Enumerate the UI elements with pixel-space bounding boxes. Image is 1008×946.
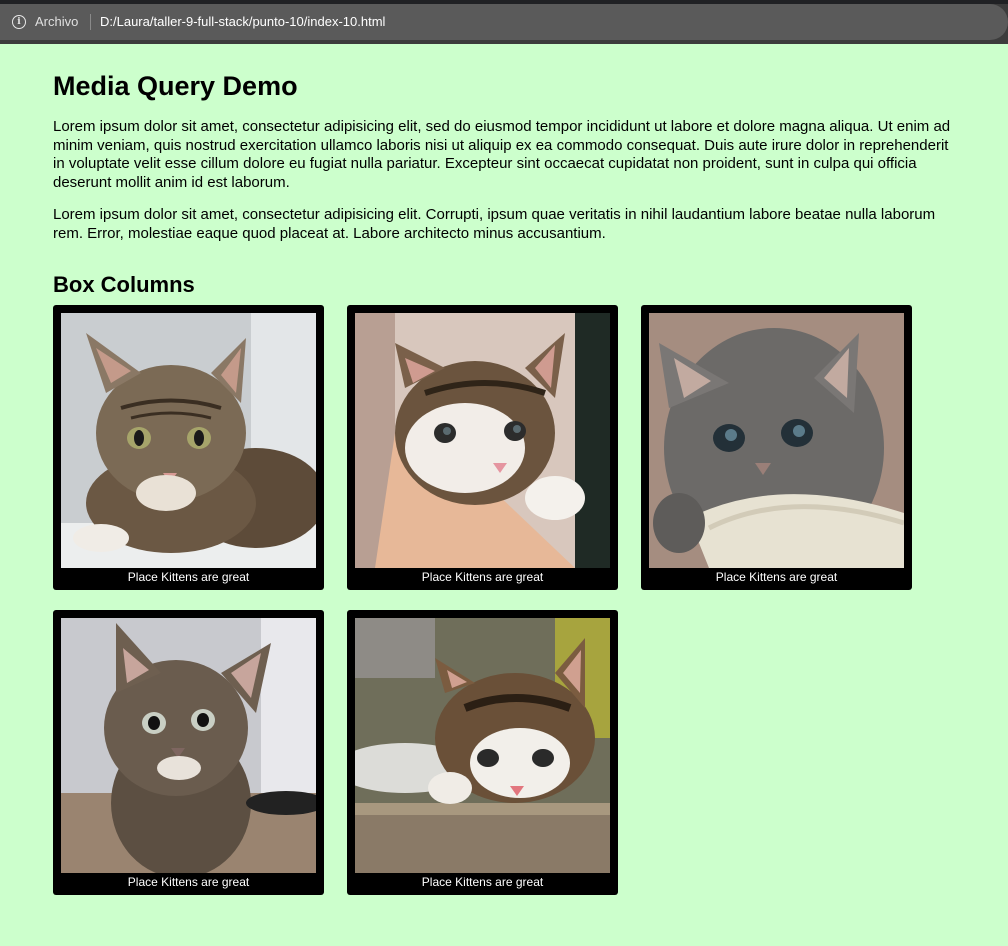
kitten-caption: Place Kittens are great [421, 570, 544, 584]
kitten-card: Place Kittens are great [53, 305, 324, 590]
page-title: Media Query Demo [53, 71, 298, 101]
kitten-card: Place Kittens are great [347, 305, 618, 590]
kitten-card: Place Kittens are great [53, 610, 324, 895]
kitten-image [355, 313, 610, 568]
kitten-caption: Place Kittens are great [421, 875, 544, 889]
info-icon[interactable]: i [12, 15, 26, 29]
page-content: Media Query Demo Lorem ipsum dolor sit a… [53, 44, 963, 298]
kitten-caption: Place Kittens are great [715, 570, 838, 584]
kitten-image [355, 618, 610, 873]
kitten-image [649, 313, 904, 568]
section-title: Box Columns [53, 272, 195, 297]
paragraph-2: Lorem ipsum dolor sit amet, consectetur … [53, 206, 936, 242]
kitten-caption: Place Kittens are great [127, 570, 250, 584]
kitten-card: Place Kittens are great [347, 610, 618, 895]
security-label[interactable]: Archivo [35, 14, 78, 29]
paragraph-1: Lorem ipsum dolor sit amet, consectetur … [53, 118, 951, 191]
url-text[interactable]: D:/Laura/taller-9-full-stack/punto-10/in… [100, 14, 385, 29]
kitten-caption: Place Kittens are great [127, 875, 250, 889]
kitten-image [61, 313, 316, 568]
omnibox-divider [90, 14, 91, 30]
browser-address-bar: i Archivo D:/Laura/taller-9-full-stack/p… [0, 0, 1008, 44]
kitten-image [61, 618, 316, 873]
kitten-card: Place Kittens are great [641, 305, 912, 590]
